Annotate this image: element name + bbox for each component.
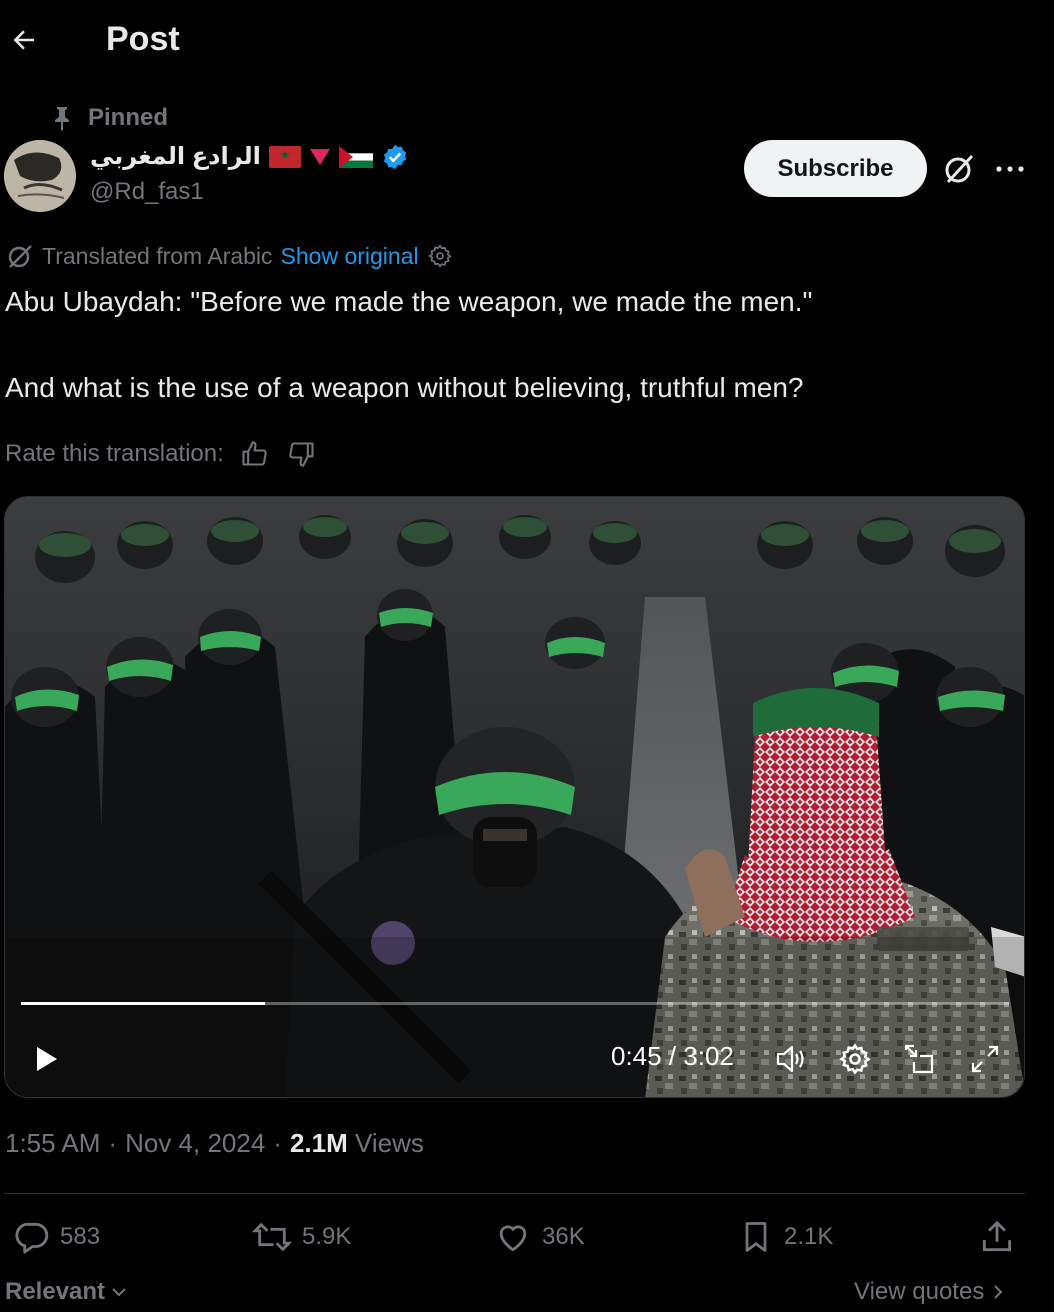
pinned-label: Pinned <box>88 104 169 131</box>
pin-icon <box>55 107 69 131</box>
play-icon <box>37 1047 57 1071</box>
translated-label: Translated from Arabic <box>42 242 273 269</box>
share-icon <box>982 1220 1012 1252</box>
sort-label: Relevant <box>5 1278 106 1305</box>
thumbs-up-button[interactable] <box>236 436 272 472</box>
grok-button[interactable] <box>940 150 978 188</box>
picture-in-picture-icon <box>904 1044 934 1074</box>
video-time: 0:45 / 3:02 <box>611 1041 734 1071</box>
grok-translate-icon <box>8 245 32 268</box>
thumbs-down-icon <box>289 442 314 467</box>
gear-icon[interactable] <box>427 243 453 269</box>
author-handle[interactable]: @Rd_fas1 <box>90 178 204 206</box>
bookmark-icon <box>745 1222 767 1252</box>
gear-icon <box>839 1043 871 1075</box>
views-count: 2.1M <box>289 1128 348 1158</box>
post-actions: 583 5.9K 36K 2.1K <box>0 1212 1054 1262</box>
reply-button[interactable]: 583 <box>12 1212 100 1262</box>
author-display-name[interactable]: الرادع المغربي <box>90 142 261 171</box>
reply-icon <box>15 1222 49 1254</box>
chevron-down-icon <box>112 1288 126 1297</box>
bookmark-button[interactable]: 2.1K <box>738 1212 833 1262</box>
post-header: Post <box>0 0 1054 84</box>
pinned-indicator: Pinned <box>50 104 168 132</box>
fullscreen-button[interactable] <box>967 1041 1003 1077</box>
subscribe-button[interactable]: Subscribe <box>744 140 927 197</box>
repost-button[interactable]: 5.9K <box>252 1212 351 1262</box>
video-progress-bar[interactable] <box>21 1002 1009 1005</box>
chevron-right-icon <box>994 1285 1003 1299</box>
verified-badge-icon <box>383 144 406 169</box>
author-name-row: الرادع المغربي <box>90 142 409 171</box>
post-text-line: And what is the use of a weapon without … <box>5 372 804 403</box>
bookmark-count: 2.1K <box>784 1223 834 1250</box>
thumbs-down-button[interactable] <box>284 436 320 472</box>
video-progress-fill <box>21 1002 266 1005</box>
more-options-button[interactable] <box>990 150 1030 188</box>
repost-count: 5.9K <box>302 1223 352 1250</box>
like-count: 36K <box>542 1223 585 1250</box>
picture-in-picture-button[interactable] <box>901 1041 937 1077</box>
back-button[interactable] <box>8 24 40 56</box>
post-metadata: 1:55 AM · Nov 4, 2024 · 2.1M Views <box>5 1128 424 1159</box>
reply-count: 583 <box>60 1223 101 1250</box>
red-triangle-icon <box>309 148 330 165</box>
post-date[interactable]: Nov 4, 2024 <box>125 1128 265 1159</box>
share-button[interactable] <box>978 1212 1016 1262</box>
views-label: Views <box>355 1128 424 1158</box>
sort-replies-dropdown[interactable]: Relevant <box>5 1278 129 1306</box>
rate-label: Rate this translation: <box>5 440 224 467</box>
play-button[interactable] <box>31 1041 63 1077</box>
video-player[interactable]: 0:45 / 3:02 <box>4 496 1025 1098</box>
more-icon <box>996 166 1024 172</box>
post-time[interactable]: 1:55 AM <box>5 1128 100 1159</box>
avatar[interactable] <box>4 140 76 212</box>
arrow-left-icon <box>13 30 34 50</box>
rate-translation: Rate this translation: <box>5 436 320 472</box>
repost-icon <box>252 1222 292 1252</box>
video-settings-button[interactable] <box>837 1041 873 1077</box>
page-title: Post <box>106 20 180 58</box>
divider <box>4 1193 1025 1194</box>
volume-button[interactable] <box>773 1041 809 1077</box>
replies-footer: Relevant View quotes <box>0 1274 1054 1312</box>
volume-icon <box>776 1045 804 1073</box>
like-button[interactable]: 36K <box>494 1212 585 1262</box>
show-original-link[interactable]: Show original <box>281 243 419 270</box>
heart-icon <box>499 1225 527 1252</box>
grok-icon <box>945 154 974 184</box>
view-quotes-label: View quotes <box>854 1278 985 1305</box>
thumbs-up-icon <box>242 441 267 466</box>
video-frame <box>5 497 1024 1097</box>
palestine-flag-icon <box>338 145 373 168</box>
view-quotes-link[interactable]: View quotes <box>854 1278 1006 1306</box>
post-text: Abu Ubaydah: "Before we made the weapon,… <box>5 282 1025 408</box>
post-text-line: Abu Ubaydah: "Before we made the weapon,… <box>5 286 813 317</box>
morocco-flag-icon <box>268 145 301 168</box>
expand-icon <box>971 1045 999 1073</box>
translation-bar: Translated from Arabic Show original <box>6 242 453 270</box>
